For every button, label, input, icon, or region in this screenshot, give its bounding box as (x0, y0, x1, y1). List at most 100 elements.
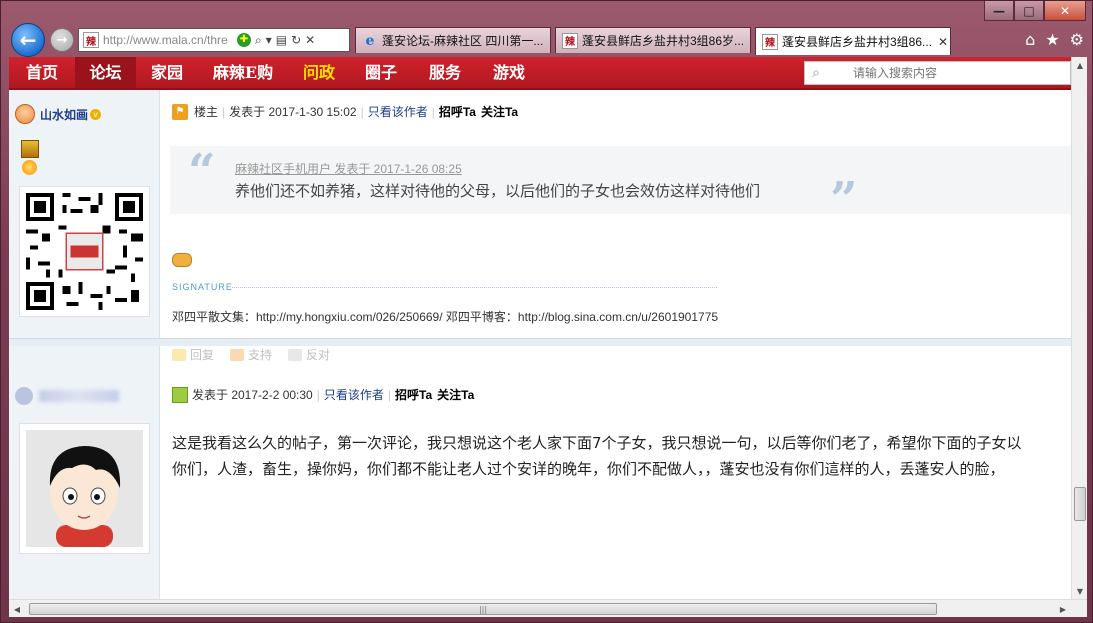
site-search[interactable]: ⌕ (804, 61, 1071, 85)
favorites-star-icon[interactable]: ★ (1045, 30, 1059, 49)
forward-button[interactable]: → (50, 28, 74, 52)
nav-mala-eshop[interactable]: 麻辣E购 (198, 57, 288, 88)
compat-view-icon[interactable]: ▤ (276, 33, 287, 48)
close-button[interactable]: ✕ (1044, 1, 1086, 21)
post1-username[interactable]: 山水如画 (40, 106, 88, 123)
nav-games[interactable]: 游戏 (478, 57, 540, 88)
post1-header: ⚑ 楼主 | 发表于 2017-1-30 15:02 | 只看该作者 | 招呼T… (172, 103, 518, 120)
search-icon[interactable]: ⌕ (255, 33, 262, 48)
post1-follow-link[interactable]: 关注Ta (481, 103, 518, 120)
maximize-button[interactable]: □ (1014, 1, 1044, 21)
support-label: 支持 (248, 348, 273, 362)
stop-icon[interactable]: ✕ (305, 33, 315, 48)
post1-author[interactable]: 山水如画 v (15, 104, 102, 124)
post2-header: 发表于 2017-2-2 00:30 | 只看该作者 | 招呼Ta 关注Ta (172, 386, 474, 403)
member-icon (172, 386, 188, 403)
qr-code (19, 186, 150, 317)
signature-label: SIGNATURE (172, 282, 233, 292)
post2-only-author-link[interactable]: 只看该作者 (324, 386, 384, 403)
minimize-button[interactable]: — (984, 1, 1014, 21)
arrow-right-icon: → (56, 32, 68, 48)
post2-greet-link[interactable]: 招呼Ta (395, 386, 432, 403)
handshake-emoji-icon (172, 253, 192, 267)
nav-circle[interactable]: 圈子 (350, 57, 412, 88)
site-favicon-icon: 辣 (83, 32, 99, 48)
post1-posted: 发表于 2017-1-30 15:02 (229, 105, 357, 119)
tab-label: 蓬安县鲜店乡盐井村3组86... (782, 35, 933, 49)
nav-forum[interactable]: 论坛 (75, 57, 136, 88)
post1-quote: “ 麻辣社区手机用户 发表于 2017-1-26 08:25 养他们还不如养猪，… (170, 144, 1071, 224)
signature-text[interactable]: 邓四平散文集：http://my.hongxiu.com/026/250669/… (172, 308, 718, 325)
user-avatar-icon (15, 104, 35, 124)
post1-oppose-button[interactable]: 反对 (288, 346, 330, 363)
post2-author[interactable] (15, 387, 119, 405)
back-button[interactable]: ← (11, 23, 45, 57)
browser-window: — □ ✕ ← → 辣 http://www.mala.cn/thre ✚ ⌕ … (0, 0, 1093, 623)
post2-follow-link[interactable]: 关注Ta (437, 386, 474, 403)
vertical-scrollbar[interactable]: ▲ ▼ (1071, 57, 1087, 599)
tab-strip: e 蓬安论坛-麻辣社区 四川第一... 辣 蓬安县鲜店乡盐井村3组86岁... … (355, 27, 955, 55)
browser-toolbar: ← → 辣 http://www.mala.cn/thre ✚ ⌕ ▾ ▤ ↻ … (1, 21, 1093, 57)
tab-2[interactable]: 辣 蓬安县鲜店乡盐井村3组86岁... (555, 27, 751, 53)
post1-greet-link[interactable]: 招呼Ta (439, 103, 476, 120)
reply-label: 回复 (190, 348, 215, 362)
scroll-down-icon[interactable]: ▼ (1072, 583, 1087, 599)
nav-home-space[interactable]: 家园 (136, 57, 198, 88)
page-viewport: 首页 论坛 家园 麻辣E购 问政 圈子 服务 游戏 ⌕ 山水如画 v (9, 57, 1087, 599)
post1-support-button[interactable]: 支持 (230, 346, 272, 363)
horizontal-scroll-thumb[interactable]: ||| (29, 603, 937, 615)
home-icon[interactable]: ⌂ (1025, 30, 1035, 49)
address-url[interactable]: http://www.mala.cn/thre (103, 33, 233, 47)
nav-wenzheng[interactable]: 问政 (288, 57, 350, 88)
vertical-scroll-thumb[interactable] (1074, 487, 1086, 521)
thumb-down-icon (288, 348, 303, 361)
nav-home[interactable]: 首页 (9, 57, 75, 88)
refresh-icon[interactable]: ↻ (291, 33, 301, 48)
horizontal-scrollbar[interactable]: ◀ ||| ▶ (9, 599, 1087, 617)
ie-icon: e (365, 32, 375, 49)
post1-reply-button[interactable]: 回复 (172, 346, 214, 363)
owner-icon: ⚑ (172, 103, 188, 120)
tab-close-icon[interactable]: ✕ (938, 35, 948, 49)
search-input[interactable] (853, 66, 1053, 80)
scroll-right-icon[interactable]: ▶ (1055, 600, 1071, 618)
cartoon-avatar-icon (26, 430, 143, 547)
user-avatar-icon (15, 387, 33, 405)
dropdown-icon[interactable]: ▾ (266, 33, 272, 48)
post2-line-2: 你们，人渣，畜生，操你妈，你们都不能让老人过个安详的晚年，你们不配做人，，蓬安也… (172, 460, 1005, 478)
address-icons: ✚ ⌕ ▾ ▤ ↻ ✕ (237, 32, 315, 48)
reply-icon (172, 348, 186, 361)
mala-favicon-icon: 辣 (562, 32, 578, 49)
site-nav: 首页 论坛 家园 麻辣E购 问政 圈子 服务 游戏 ⌕ (9, 57, 1071, 90)
quote-text: 养他们还不如养猪，这样对待他的父母，以后他们的子女也会效仿这样对待他们 (235, 182, 761, 200)
open-quote-icon: “ (188, 144, 216, 200)
scroll-left-icon[interactable]: ◀ (9, 600, 25, 618)
addon-icon[interactable]: ✚ (237, 32, 251, 47)
tab-1[interactable]: e 蓬安论坛-麻辣社区 四川第一... (355, 27, 551, 53)
post2-posted: 发表于 2017-2-2 00:30 (192, 388, 313, 402)
tab-3-active[interactable]: 辣 蓬安县鲜店乡盐井村3组86... ✕ (755, 27, 951, 55)
gear-icon[interactable]: ⚙ (1070, 30, 1084, 49)
close-quote-icon: ” (830, 172, 858, 228)
quote-meta[interactable]: 麻辣社区手机用户 发表于 2017-1-26 08:25 (235, 160, 462, 177)
browser-tools: ⌂ ★ ⚙ (1025, 30, 1084, 49)
oppose-label: 反对 (306, 348, 331, 362)
post2-line-1: 这是我看这么久的帖子，第一次评论，我只想说这个老人家下面7个子女，我只想说一句，… (172, 434, 1022, 452)
post2-username-redacted (39, 390, 119, 402)
post2-body: 这是我看这么久的帖子，第一次评论，我只想说这个老人家下面7个子女，我只想说一句，… (172, 430, 1022, 482)
nav-service[interactable]: 服务 (412, 57, 478, 88)
arrow-left-icon: ← (19, 28, 37, 52)
qr-code-icon (26, 193, 143, 310)
tab-label: 蓬安论坛-麻辣社区 四川第一... (382, 34, 544, 48)
post1-only-author-link[interactable]: 只看该作者 (368, 103, 428, 120)
scroll-up-icon[interactable]: ▲ (1072, 57, 1087, 73)
window-controls: — □ ✕ (984, 1, 1086, 21)
post2-avatar[interactable] (19, 423, 150, 554)
thumb-up-icon (230, 348, 245, 361)
search-icon[interactable]: ⌕ (805, 62, 827, 84)
post-divider (9, 338, 1071, 346)
medal-icon (21, 140, 39, 158)
address-bar[interactable]: 辣 http://www.mala.cn/thre ✚ ⌕ ▾ ▤ ↻ ✕ (78, 28, 350, 52)
mala-favicon-icon: 辣 (762, 33, 778, 50)
vip-badge-icon: v (90, 108, 102, 120)
